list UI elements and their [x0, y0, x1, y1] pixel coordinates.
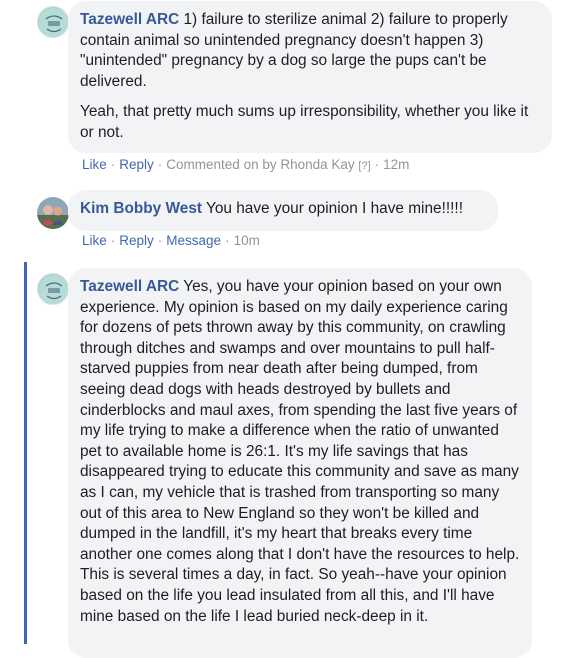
separator: · [374, 157, 380, 172]
comment-text: Yeah, that pretty much sums up irrespons… [80, 103, 529, 141]
comment-text: Tazewell ARC 1) failure to sterilize ani… [80, 11, 508, 90]
comment-text: Tazewell ARC Yes, you have your opinion … [80, 278, 520, 625]
separator: · [157, 233, 163, 248]
avatar[interactable] [37, 6, 69, 38]
comment-author[interactable]: Tazewell ARC [80, 278, 179, 295]
help-link[interactable]: [?] [358, 160, 370, 172]
commented-on-by: Commented on by Rhonda Kay [166, 157, 355, 172]
avatar[interactable] [37, 273, 69, 305]
comment-bubble: Tazewell ARC 1) failure to sterilize ani… [68, 1, 552, 153]
separator: · [110, 233, 116, 248]
like-link[interactable]: Like [82, 157, 107, 172]
comment-bubble: Kim Bobby West You have your opinion I h… [68, 190, 498, 231]
separator: · [110, 157, 116, 172]
timestamp[interactable]: 10m [234, 233, 260, 248]
highlight-bar [24, 262, 27, 644]
timestamp[interactable]: 12m [383, 157, 409, 172]
comment-actions: Like · Reply · Message · 10m [82, 233, 260, 248]
separator: · [225, 233, 230, 248]
like-link[interactable]: Like [82, 233, 107, 248]
comment-text: Kim Bobby West You have your opinion I h… [80, 200, 463, 217]
separator: · [157, 157, 163, 172]
comment-actions: Like · Reply · Commented on by Rhonda Kay [?… [82, 157, 409, 172]
reply-link[interactable]: Reply [119, 157, 154, 172]
avatar[interactable] [37, 197, 69, 229]
comment-author[interactable]: Kim Bobby West [80, 200, 202, 217]
reply-link[interactable]: Reply [119, 233, 154, 248]
comment-bubble: Tazewell ARC Yes, you have your opinion … [68, 268, 532, 658]
message-link[interactable]: Message [166, 233, 221, 248]
tazewell-arc-logo-icon [39, 275, 68, 304]
tazewell-arc-logo-icon [39, 8, 68, 37]
comment-author[interactable]: Tazewell ARC [80, 11, 179, 28]
profile-photo-icon [37, 197, 69, 229]
